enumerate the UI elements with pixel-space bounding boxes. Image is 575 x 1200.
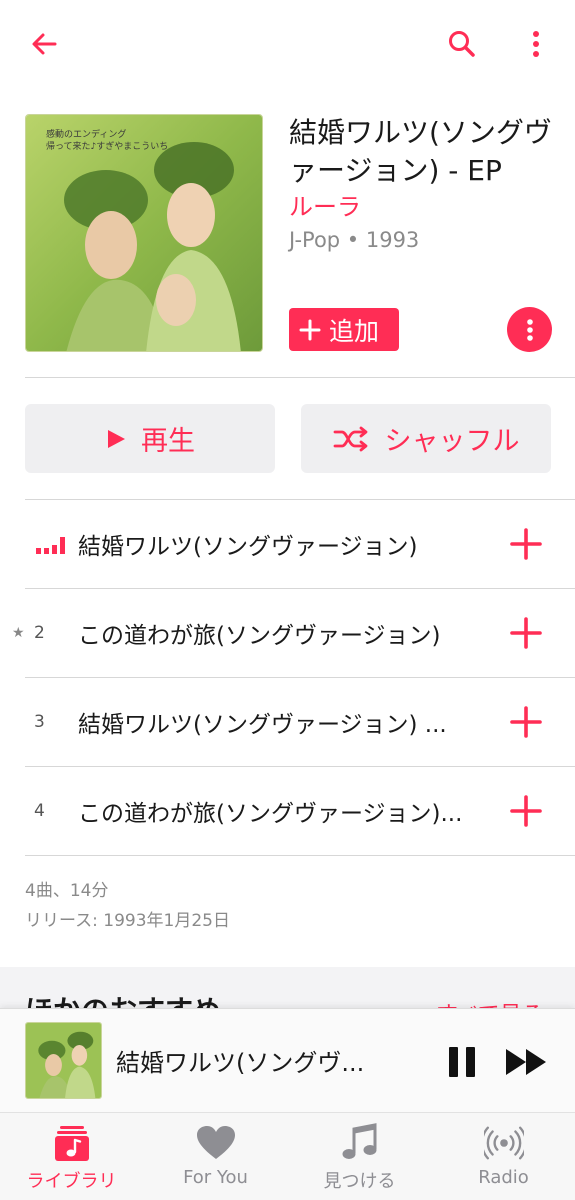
album-artist-link[interactable]: ルーラ <box>289 190 361 224</box>
mini-player[interactable]: 結婚ワルツ(ソングヴ... <box>0 1008 575 1112</box>
album-title: 結婚ワルツ(ソングヴァージョン) - EP <box>289 116 552 187</box>
shuffle-button[interactable]: シャッフル <box>301 404 551 473</box>
track-row[interactable]: 結婚ワルツ(ソングヴァージョン) <box>0 500 575 588</box>
back-arrow-icon[interactable] <box>22 22 66 66</box>
tab-label: 見つける <box>323 1171 396 1192</box>
add-track-icon[interactable] <box>508 704 544 740</box>
now-playing-equalizer-icon <box>36 537 65 554</box>
top-bar <box>0 0 575 90</box>
mini-player-artwork <box>25 1022 102 1099</box>
more-vertical-icon <box>526 318 533 341</box>
more-recommendations-section: ほかのおすすめ すべて見る <box>0 967 575 1012</box>
release-date: リリース: 1993年1月25日 <box>25 911 230 931</box>
track-title: この道わが旅(ソングヴァージョン) <box>78 623 441 649</box>
fast-forward-icon[interactable] <box>504 1047 548 1077</box>
add-to-library-button[interactable]: 追加 <box>289 308 399 351</box>
album-genre-year: J-Pop • 1993 <box>289 228 420 252</box>
track-title: 結婚ワルツ(ソングヴァージョン) ... <box>78 712 447 738</box>
divider <box>25 377 575 378</box>
tab-browse[interactable]: 見つける <box>288 1113 431 1200</box>
heart-icon <box>196 1123 236 1163</box>
track-title: 結婚ワルツ(ソングヴァージョン) <box>78 534 418 560</box>
svg-text:感動のエンディング: 感動のエンディング <box>46 128 126 140</box>
search-icon[interactable] <box>440 22 484 66</box>
bottom-tab-bar: ライブラリ For You 見つける Radio <box>0 1112 575 1200</box>
play-label: 再生 <box>141 426 195 457</box>
track-row[interactable]: 3 結婚ワルツ(ソングヴァージョン) ... <box>0 678 575 766</box>
tab-radio[interactable]: Radio <box>432 1113 575 1200</box>
add-track-icon[interactable] <box>508 793 544 829</box>
shuffle-label: シャッフル <box>384 426 520 457</box>
tab-for-you[interactable]: For You <box>144 1113 287 1200</box>
tab-label: ライブラリ <box>26 1171 117 1192</box>
track-number: 3 <box>34 712 45 732</box>
add-track-icon[interactable] <box>508 526 544 562</box>
track-number: 4 <box>34 801 45 821</box>
play-button[interactable]: 再生 <box>25 404 275 473</box>
shuffle-icon <box>333 426 367 451</box>
popular-star-icon: ★ <box>12 625 25 641</box>
album-artwork: 感動のエンディング 帰って来た♪すぎやまこういち <box>25 114 263 352</box>
track-row[interactable]: 4 この道わが旅(ソングヴァージョン)... <box>0 767 575 855</box>
plus-icon <box>299 319 321 340</box>
divider <box>25 855 575 856</box>
play-icon <box>108 429 125 448</box>
track-number: 2 <box>34 623 45 643</box>
album-more-button[interactable] <box>507 307 552 352</box>
track-row[interactable]: ★ 2 この道わが旅(ソングヴァージョン) <box>0 589 575 677</box>
svg-text:帰って来た♪すぎやまこういち: 帰って来た♪すぎやまこういち <box>46 140 168 152</box>
radio-icon <box>483 1123 524 1163</box>
music-note-icon <box>340 1123 380 1163</box>
tab-label: For You <box>183 1167 248 1188</box>
add-button-label: 追加 <box>329 316 380 346</box>
tab-label: Radio <box>478 1167 529 1188</box>
add-track-icon[interactable] <box>508 615 544 651</box>
overflow-menu-icon[interactable] <box>514 22 558 66</box>
track-count-duration: 4曲、14分 <box>25 881 109 901</box>
pause-icon[interactable] <box>446 1045 478 1079</box>
track-title: この道わが旅(ソングヴァージョン)... <box>78 801 463 827</box>
tab-library[interactable]: ライブラリ <box>0 1113 143 1200</box>
library-icon <box>52 1123 92 1163</box>
mini-player-title: 結婚ワルツ(ソングヴ... <box>116 1049 365 1077</box>
